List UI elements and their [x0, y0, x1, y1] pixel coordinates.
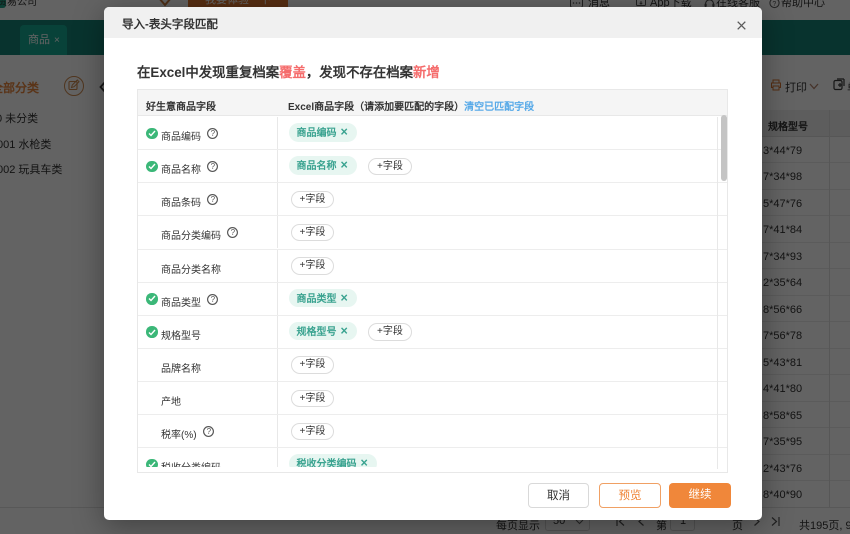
svg-text:?: ? — [211, 162, 216, 171]
svg-text:?: ? — [231, 229, 236, 238]
svg-text:?: ? — [211, 295, 216, 304]
svg-text:?: ? — [211, 129, 216, 138]
svg-text:?: ? — [206, 427, 211, 436]
svg-text:?: ? — [211, 195, 216, 204]
